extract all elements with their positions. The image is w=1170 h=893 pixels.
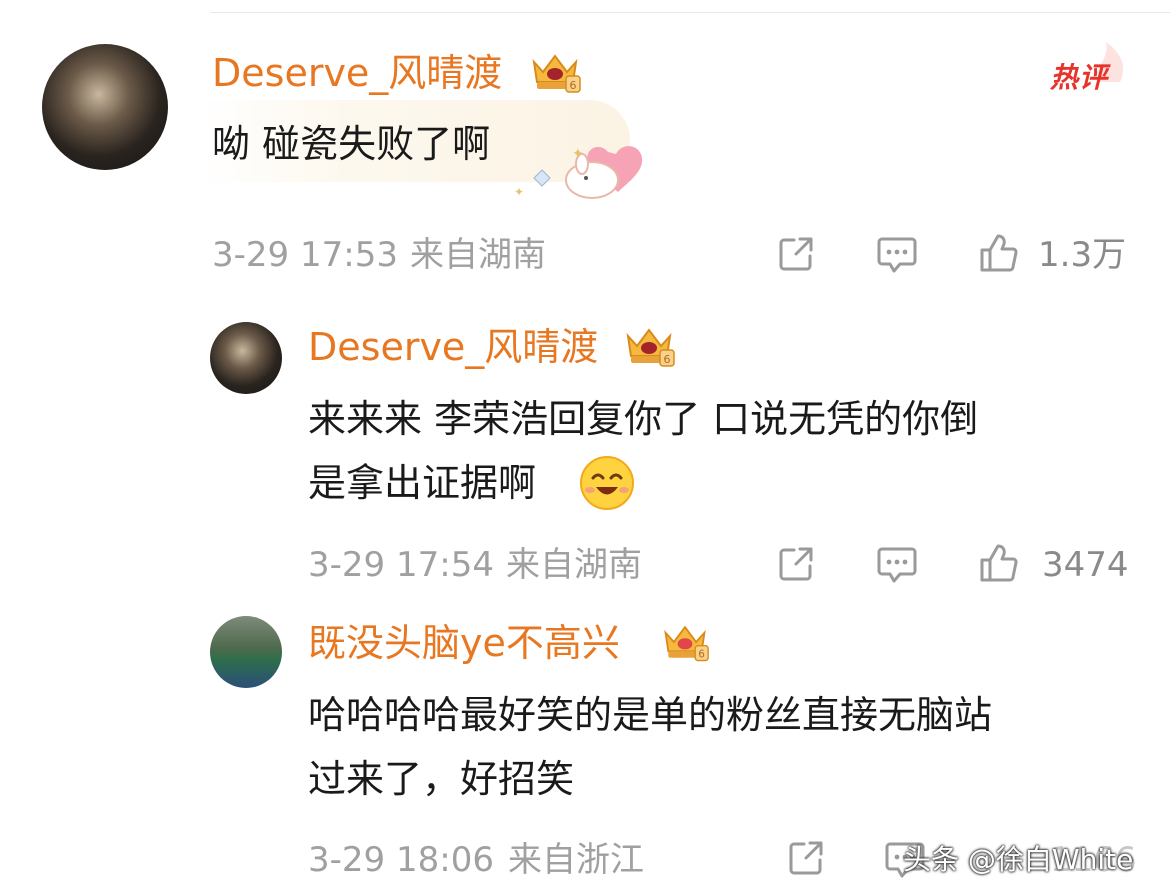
svg-text:✦: ✦ <box>514 185 524 199</box>
svg-text:6: 6 <box>664 353 671 366</box>
share-icon[interactable] <box>776 544 816 584</box>
comment-text-line: 过来了，好招笑 <box>308 757 575 801</box>
comment-reply-icon[interactable] <box>876 545 918 585</box>
username[interactable]: Deserve_风晴渡 <box>212 54 502 92</box>
avatar[interactable] <box>42 44 168 170</box>
smile-emoji-icon <box>580 456 634 510</box>
svg-text:6: 6 <box>570 79 577 92</box>
comment-location: 来自湖南 <box>506 545 642 585</box>
vip-crown-icon: 6 <box>532 54 581 93</box>
like-count: 1.3万 <box>1038 235 1127 275</box>
avatar[interactable] <box>210 616 282 688</box>
avatar[interactable] <box>210 322 282 394</box>
username[interactable]: 既没头脑ye不高兴 <box>308 624 620 662</box>
comment-text-line: 是拿出证据啊 <box>308 461 537 505</box>
comment-location: 来自湖南 <box>410 235 546 275</box>
bunny-heart-sticker-icon: ✦ ✦ <box>514 146 643 199</box>
svg-text:✦: ✦ <box>572 146 584 162</box>
like-thumb-icon[interactable] <box>978 232 1020 274</box>
like-count: 3474 <box>1042 545 1129 585</box>
comment-text-line: 来来来 李荣浩回复你了 口说无凭的你倒 <box>308 397 979 441</box>
hot-comment-badge: 热评 <box>1050 61 1109 94</box>
comment-date: 3-29 17:53 <box>212 235 398 275</box>
top-divider <box>210 12 1170 13</box>
comment-reply-icon[interactable] <box>876 235 918 275</box>
comment-location: 来自浙江 <box>508 840 644 880</box>
comment-date: 3-29 17:54 <box>308 545 494 585</box>
like-thumb-icon[interactable] <box>978 542 1020 584</box>
svg-text:6: 6 <box>698 650 704 661</box>
comment-date: 3-29 18:06 <box>308 840 494 880</box>
comment-text-line: 哈哈哈哈最好笑的是单的粉丝直接无脑站 <box>308 693 993 737</box>
vip-crown-icon: 6 <box>664 625 709 662</box>
watermark: 头条 @徐白White <box>903 843 1134 876</box>
comment-text: 呦 碰瓷失败了啊 <box>212 122 491 166</box>
vip-crown-icon: 6 <box>626 328 675 367</box>
share-icon[interactable] <box>776 234 816 274</box>
username[interactable]: Deserve_风晴渡 <box>308 328 598 366</box>
share-icon[interactable] <box>786 838 826 878</box>
